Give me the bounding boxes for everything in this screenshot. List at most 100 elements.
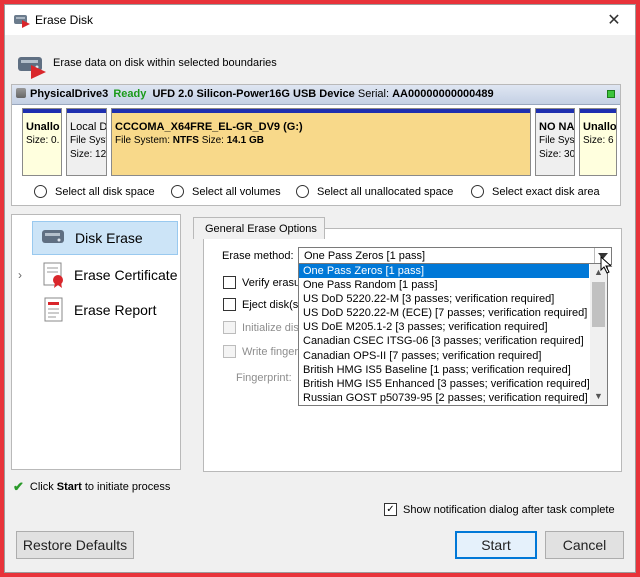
dropdown-option[interactable]: British HMG IS5 Baseline [1 pass; verifi… xyxy=(299,363,589,377)
dropdown-scrollbar[interactable]: ▲ ▼ xyxy=(590,264,607,405)
radio-label: Select all volumes xyxy=(192,185,281,198)
size-value: 14.1 GB xyxy=(226,135,264,146)
erase-method-dropdown-list[interactable]: One Pass Zeros [1 pass] One Pass Random … xyxy=(298,263,608,406)
partition-size: Size: 12 xyxy=(70,149,107,160)
partition-name: Unallo xyxy=(26,121,60,133)
close-button[interactable]: ✕ xyxy=(605,10,623,30)
checkbox-label: Show notification dialog after task comp… xyxy=(403,503,615,516)
partition-name: CCCOMA_X64FRE_EL-GR_DV9 (G:) xyxy=(115,121,303,133)
nav-panel: Disk Erase › Erase Certificate Erase Rep… xyxy=(11,214,181,470)
radio-select-all-unallocated[interactable]: Select all unallocated space xyxy=(296,185,453,198)
partition-cccoma-volume[interactable]: CCCOMA_X64FRE_EL-GR_DV9 (G:) File System… xyxy=(111,108,531,176)
hard-drive-icon xyxy=(16,88,26,98)
nav-item-disk-erase[interactable]: Disk Erase xyxy=(32,221,178,255)
nav-label: Erase Report xyxy=(74,302,157,318)
dropdown-option[interactable]: British HMG IS5 Enhanced [3 passes; veri… xyxy=(299,377,589,391)
radio-circle[interactable] xyxy=(296,185,309,198)
scrollbar-thumb[interactable] xyxy=(592,282,605,327)
filesystem-label: File System: xyxy=(115,135,171,146)
fingerprint-label: Fingerprint: xyxy=(236,372,292,384)
partition-bar xyxy=(580,109,616,113)
chevron-right-icon[interactable]: › xyxy=(18,268,22,282)
disk-map-panel: PhysicalDrive3 Ready UFD 2.0 Silicon-Pow… xyxy=(11,84,621,206)
drive-status: Ready xyxy=(113,88,147,100)
dropdown-option[interactable]: Canadian CSEC ITSG-06 [3 passes; verific… xyxy=(299,334,589,348)
nav-item-erase-report[interactable]: Erase Report xyxy=(32,293,178,327)
hint-text-pre: Click xyxy=(29,481,54,493)
mouse-cursor-icon xyxy=(600,256,613,274)
dropdown-option[interactable]: One Pass Zeros [1 pass] xyxy=(299,264,589,279)
serial-label: Serial: xyxy=(357,88,390,100)
radio-label: Select exact disk area xyxy=(492,185,600,198)
partition-bar xyxy=(23,109,61,113)
erase-method-value: One Pass Zeros [1 pass] xyxy=(304,250,426,262)
checkbox-box[interactable] xyxy=(223,298,236,311)
filesystem-value: NTFS xyxy=(172,135,199,146)
erase-method-label: Erase method: xyxy=(222,250,294,262)
size-label: Size: xyxy=(201,135,224,146)
checkbox-label: Initialize disk xyxy=(242,321,305,334)
partition-details: File System: NTFS Size: 14.1 GB xyxy=(115,134,527,148)
radio-label: Select all disk space xyxy=(55,185,155,198)
partition-local-disk[interactable]: Local D File Syst Size: 12 xyxy=(66,108,107,176)
title-bar: Erase Disk ✕ xyxy=(5,5,635,35)
report-icon xyxy=(44,297,63,322)
notification-checkbox[interactable]: ✓ Show notification dialog after task co… xyxy=(384,503,615,516)
dropdown-option[interactable]: One Pass Random [1 pass] xyxy=(299,278,589,292)
cancel-button[interactable]: Cancel xyxy=(545,531,624,559)
partition-bar xyxy=(67,109,106,113)
radio-select-all-volumes[interactable]: Select all volumes xyxy=(171,185,281,198)
nav-item-erase-certificate[interactable]: Erase Certificate xyxy=(32,258,178,292)
partition-unallocated-1[interactable]: Unallo Size: 0. xyxy=(22,108,62,176)
checkbox-checked[interactable]: ✓ xyxy=(384,503,397,516)
radio-circle[interactable] xyxy=(171,185,184,198)
nav-label: Disk Erase xyxy=(75,230,143,246)
partition-filesystem: File Syst xyxy=(70,135,107,146)
verify-erase-checkbox[interactable]: Verify erasu xyxy=(223,276,300,289)
partition-unallocated-2[interactable]: Unallo Size: 6 xyxy=(579,108,617,176)
radio-select-exact-area[interactable]: Select exact disk area xyxy=(471,185,600,198)
initialize-disk-checkbox: Initialize disk xyxy=(223,321,304,334)
partition-name: Unallo xyxy=(583,121,617,133)
hint-text-post: to initiate process xyxy=(84,481,171,493)
green-check-icon: ✔ xyxy=(13,479,24,494)
partition-filesystem: File Syst xyxy=(539,135,575,146)
radio-select-all-disk-space[interactable]: Select all disk space xyxy=(34,185,155,198)
partition-bar xyxy=(536,109,574,113)
dropdown-option[interactable]: US DoE M205.1-2 [3 passes; verification … xyxy=(299,320,589,334)
restore-defaults-button[interactable]: Restore Defaults xyxy=(16,531,134,559)
serial-value: AA00000000000489 xyxy=(392,88,494,100)
erase-disk-icon xyxy=(18,57,46,79)
partition-size: Size: 6 xyxy=(583,135,614,146)
drive-status-indicator xyxy=(607,90,615,98)
hint-text-bold: Start xyxy=(56,481,82,493)
radio-circle[interactable] xyxy=(34,185,47,198)
partition-bar xyxy=(112,109,530,113)
checkbox-label: Eject disk(s) xyxy=(242,298,302,311)
app-icon xyxy=(14,15,30,28)
general-erase-options-tab[interactable]: General Erase Options xyxy=(193,217,325,239)
radio-label: Select all unallocated space xyxy=(317,185,454,198)
radio-circle[interactable] xyxy=(471,185,484,198)
disk-header[interactable]: PhysicalDrive3 Ready UFD 2.0 Silicon-Pow… xyxy=(12,85,620,105)
partition-size: Size: 0. xyxy=(26,135,60,146)
partition-size: Size: 30 xyxy=(539,149,575,160)
dropdown-option[interactable]: Canadian OPS-II [7 passes; verification … xyxy=(299,349,589,363)
checkbox-box xyxy=(223,321,236,334)
dropdown-option[interactable]: US DoD 5220.22-M (ECE) [7 passes; verifi… xyxy=(299,306,589,320)
disk-erase-icon xyxy=(42,230,64,243)
checkbox-box xyxy=(223,345,236,358)
checkbox-label: Verify erasu xyxy=(242,276,301,289)
eject-disks-checkbox[interactable]: Eject disk(s) xyxy=(223,298,302,311)
dropdown-option[interactable]: Russian GOST p50739-95 [2 passes; verifi… xyxy=(299,391,589,405)
scroll-down-icon[interactable]: ▼ xyxy=(590,388,607,405)
partition-no-name[interactable]: NO NA File Syst Size: 30 xyxy=(535,108,575,176)
start-button[interactable]: Start xyxy=(455,531,537,559)
window-title: Erase Disk xyxy=(35,13,94,27)
dropdown-option[interactable]: US DoD 5220.22-M [3 passes; verification… xyxy=(299,292,589,306)
checkbox-label: Write finger xyxy=(242,345,299,358)
partition-name: NO NA xyxy=(539,121,575,133)
checkbox-box[interactable] xyxy=(223,276,236,289)
write-fingerprint-checkbox: Write finger xyxy=(223,345,298,358)
partition-name: Local D xyxy=(70,121,107,133)
